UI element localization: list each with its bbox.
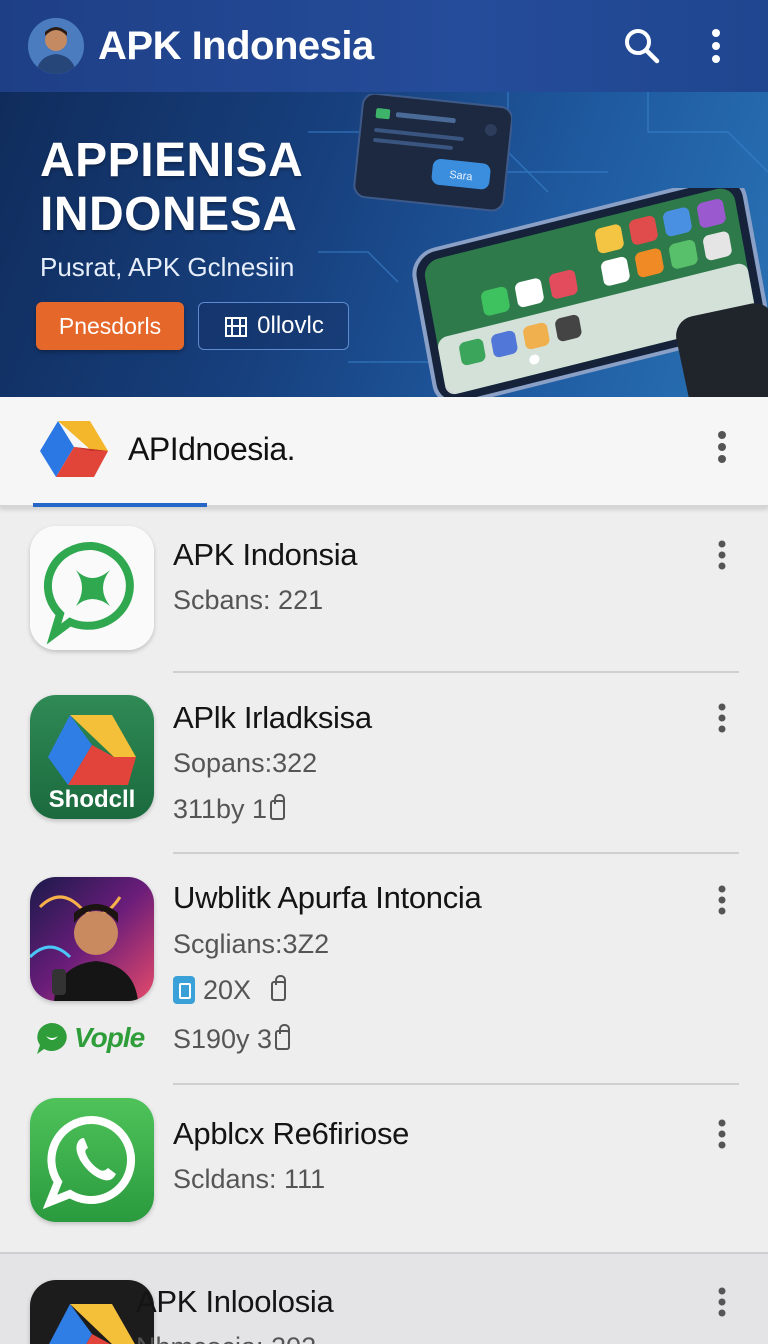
banner-secondary-button[interactable]: 0llovlc xyxy=(198,302,349,350)
search-button[interactable] xyxy=(614,18,670,74)
app-list-item[interactable]: APK Inloolosia Nhmcocia: 202 xyxy=(0,1252,768,1344)
lock-icon xyxy=(271,975,287,1001)
app-meta: Nhmcocia: 202 xyxy=(136,1332,316,1344)
more-vert-icon xyxy=(718,703,726,733)
whatsapp-icon xyxy=(30,1098,154,1222)
lock-icon xyxy=(275,1024,291,1050)
section-more-button[interactable] xyxy=(702,427,742,467)
more-vert-icon xyxy=(718,1287,726,1317)
icon-label: Shodcll xyxy=(49,786,136,813)
banner-primary-button[interactable]: Pnesdorls xyxy=(36,302,184,350)
top-app-bar: APK Indonesia xyxy=(0,0,768,92)
portrait-icon xyxy=(30,877,154,1001)
section-header: APIdnoesia. xyxy=(0,397,768,507)
more-vert-icon xyxy=(718,885,726,915)
app-name: APK Indonsia xyxy=(173,537,358,572)
app-meta-secondary: 20X xyxy=(173,975,287,1006)
phone-illustration xyxy=(412,188,768,397)
item-more-button[interactable] xyxy=(702,535,742,575)
divider xyxy=(173,671,739,673)
chat-bubble-icon xyxy=(37,1023,67,1054)
overflow-menu-button[interactable] xyxy=(688,18,744,74)
app-meta: Scldans: 111 xyxy=(173,1164,326,1194)
more-vert-icon xyxy=(718,540,726,570)
item-more-button[interactable] xyxy=(702,1114,742,1154)
storage-icon xyxy=(173,976,195,1004)
avatar[interactable] xyxy=(28,18,84,74)
active-tab-indicator xyxy=(33,503,207,507)
floating-card-button: Sara xyxy=(449,169,474,183)
brand-name: Vople xyxy=(74,1022,145,1053)
app-name: Apblcx Re6firiose xyxy=(173,1116,410,1151)
secondary-button-label: 0llovlc xyxy=(257,312,324,339)
app-meta: Scglians:3Z2 xyxy=(173,929,330,959)
more-vert-icon xyxy=(718,431,726,463)
search-icon xyxy=(625,29,660,64)
banner-title: APPIENISA INDONESA xyxy=(40,134,304,241)
apk-logo-icon xyxy=(40,421,108,477)
item-more-button[interactable] xyxy=(702,880,742,920)
chat-x-icon xyxy=(30,526,154,650)
section-title: APIdnoesia. xyxy=(128,431,296,467)
app-name: APlk Irladksisa xyxy=(173,700,372,735)
more-vert-icon xyxy=(718,1119,726,1149)
lock-icon xyxy=(270,794,286,820)
divider xyxy=(173,852,739,854)
app-meta-secondary: 311by 1 xyxy=(173,794,286,825)
app-name: APK Inloolosia xyxy=(136,1284,334,1319)
building-icon xyxy=(225,317,248,337)
promo-banner[interactable]: APPIENISA INDONESA Pusrat, APK Gclnesiin… xyxy=(0,92,768,397)
app-meta-tertiary: S190y 3 xyxy=(173,1024,291,1055)
divider xyxy=(173,1083,739,1085)
drive-triangle-icon: Shodcll xyxy=(30,695,154,819)
item-more-button[interactable] xyxy=(702,1282,742,1322)
item-more-button[interactable] xyxy=(702,698,742,738)
app-meta: Sopans:322 xyxy=(173,748,318,778)
app-title: APK Indonesia xyxy=(98,23,374,68)
banner-subtitle: Pusrat, APK Gclnesiin xyxy=(40,252,295,282)
brand-badge: Vople xyxy=(34,1020,145,1056)
app-name: Uwblitk Apurfa Intoncia xyxy=(173,880,482,915)
more-vert-icon xyxy=(712,29,720,63)
app-meta: Scbans: 221 xyxy=(173,585,324,615)
